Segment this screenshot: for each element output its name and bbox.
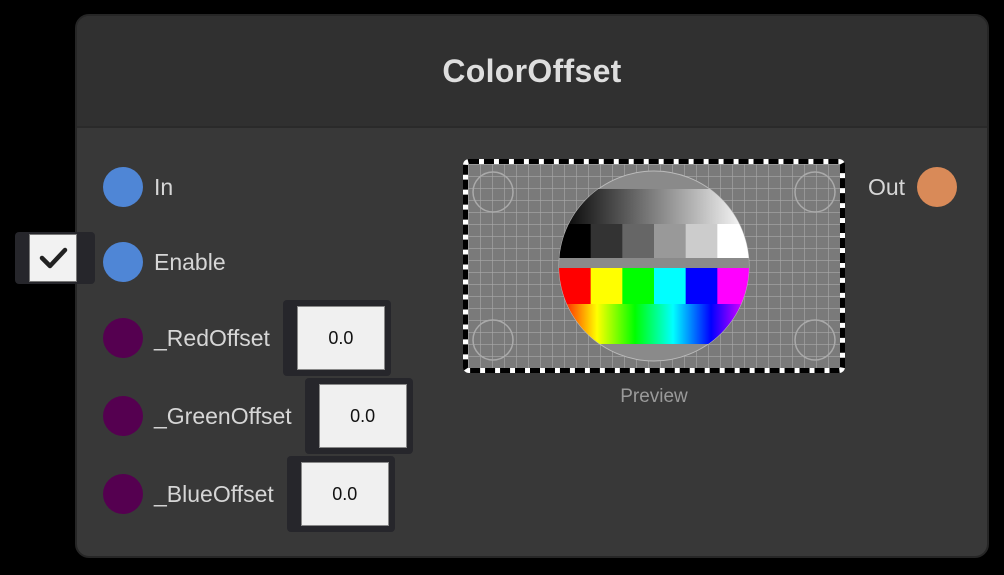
gray-step [685,224,718,258]
port-dot-enable[interactable] [103,242,143,282]
input-port-blue-offset[interactable]: _BlueOffset 0.0 [103,456,395,532]
node-header[interactable]: ColorOffset [77,16,987,128]
port-label-red-offset: _RedOffset [154,324,270,351]
red-offset-input[interactable]: 0.0 [296,306,385,370]
red-offset-field: 0.0 [282,300,391,376]
node-title: ColorOffset [442,52,622,89]
blue-offset-field: 0.0 [286,456,395,532]
port-dot-red-offset[interactable] [103,318,143,358]
input-port-green-offset[interactable]: _GreenOffset 0.0 [103,378,413,454]
checkmark-icon [39,247,68,269]
enable-checkbox[interactable] [29,234,77,282]
port-label-out: Out [868,173,906,200]
port-label-green-offset: _GreenOffset [154,402,292,429]
color-bar [685,268,718,304]
test-pattern-icon [468,164,840,368]
gray-step [654,224,687,258]
port-label-in: In [154,173,174,200]
port-dot-out[interactable] [917,167,958,207]
blue-offset-input[interactable]: 0.0 [300,462,389,526]
port-dot-green-offset[interactable] [103,396,143,436]
enable-checkbox-field [15,232,95,284]
color-bar [654,268,687,304]
port-label-enable: Enable [154,248,226,275]
preview-caption: Preview [620,386,688,407]
input-port-in[interactable]: In [103,167,173,207]
output-port-out[interactable]: Out [868,167,958,207]
preview-image[interactable] [463,159,845,373]
input-port-red-offset[interactable]: _RedOffset 0.0 [103,300,391,376]
gray-step [590,224,623,258]
port-label-blue-offset: _BlueOffset [154,480,274,507]
gray-step [622,224,655,258]
color-bar [622,268,655,304]
color-bar [590,268,623,304]
green-offset-input[interactable]: 0.0 [318,384,407,448]
port-dot-blue-offset[interactable] [103,474,143,514]
input-port-enable[interactable]: Enable [103,242,226,282]
port-dot-in[interactable] [103,167,143,207]
green-offset-field: 0.0 [304,378,413,454]
